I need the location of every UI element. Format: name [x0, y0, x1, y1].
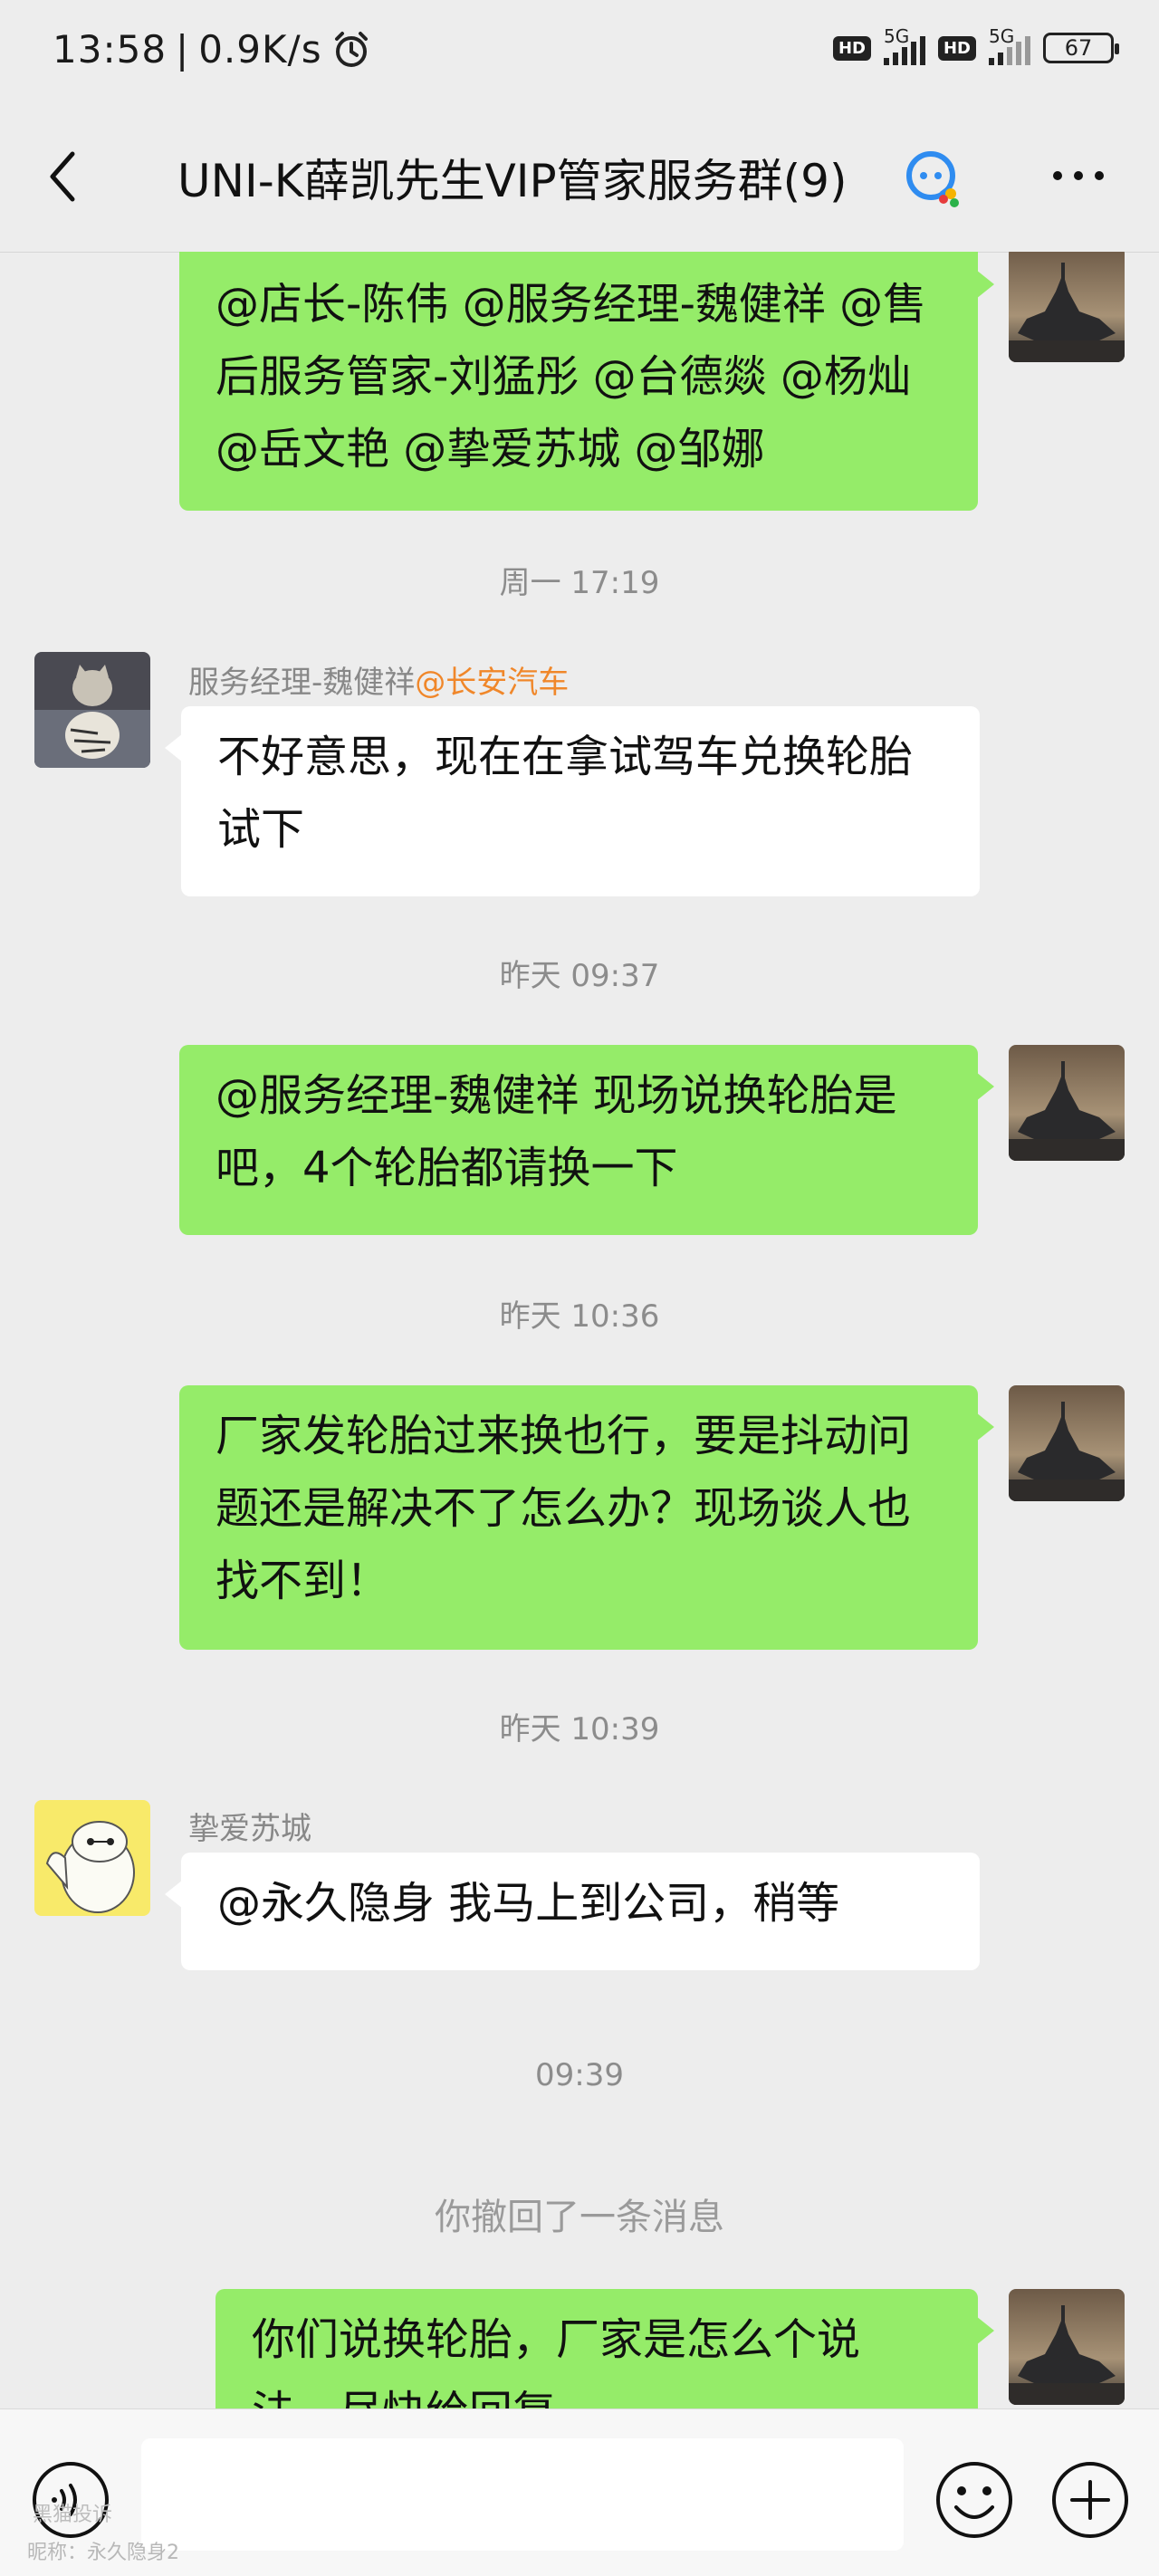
chat-title: UNI-K薛凯先生VIP管家服务群(9): [177, 155, 848, 207]
baymax-avatar-image: [34, 1800, 150, 1916]
enterprise-group-icon[interactable]: [902, 147, 965, 210]
timestamp: 昨天 10:39: [499, 1711, 660, 1748]
battery-level: 67: [1064, 35, 1093, 61]
battleship-avatar-image: [1009, 1385, 1125, 1501]
self-avatar[interactable]: [1009, 1385, 1125, 1501]
recall-notice: 你撤回了一条消息: [435, 2197, 724, 2238]
sender-name: 服务经理-魏健祥@长安汽车: [188, 665, 570, 701]
status-divider: |: [176, 27, 190, 72]
status-time: 13:58: [53, 27, 168, 72]
chat-header: UNI-K薛凯先生VIP管家服务群(9): [0, 101, 1159, 253]
self-avatar[interactable]: [1009, 1045, 1125, 1161]
message-text: 厂家发轮胎过来换也行，要是抖动问题还是解决不了怎么办？现场谈人也找不到！: [216, 1411, 912, 1606]
status-speed: 0.9K/s: [198, 27, 322, 72]
timestamp: 昨天 09:37: [499, 958, 660, 994]
message-bubble-self[interactable]: 你们说换轮胎，厂家是怎么个说法，尽快给回复: [216, 2289, 994, 2408]
input-bar: 黑猫投诉 昵称：永久隐身2: [0, 2408, 1159, 2576]
battleship-avatar-image: [1009, 1045, 1125, 1161]
timestamp: 昨天 10:36: [499, 1298, 660, 1335]
hd-badge-2: HD: [937, 35, 976, 61]
watermark-text: 昵称：永久隐身2: [27, 2542, 179, 2564]
message-bubble-self[interactable]: 厂家发轮胎过来换也行，要是抖动问题还是解决不了怎么办？现场谈人也找不到！: [179, 1385, 994, 1650]
watermark-logo: 黑猫投诉: [33, 2504, 113, 2526]
message-text: @服务经理-魏健祥 现场说换轮胎是吧，4个轮胎都请换一下: [216, 1070, 897, 1193]
message-text: @永久隐身 我马上到公司，稍等: [217, 1878, 840, 1929]
back-icon[interactable]: [38, 145, 92, 208]
sender-name: 挚爱苏城: [188, 1811, 311, 1847]
emoji-icon[interactable]: [933, 2458, 1016, 2542]
self-avatar[interactable]: [1009, 2289, 1125, 2405]
message-bubble-other[interactable]: 不好意思，现在在拿试驾车兑换轮胎试下: [165, 706, 980, 896]
status-right: HD 5G HD 5G 67: [832, 25, 1119, 65]
hd-badge-1: HD: [832, 35, 871, 61]
sender-company-tag: @长安汽车: [415, 665, 570, 701]
message-bubble-other[interactable]: @永久隐身 我马上到公司，稍等: [165, 1853, 980, 1970]
message-text: 不好意思，现在在拿试驾车兑换轮胎试下: [217, 732, 914, 855]
timestamp: 周一 17:19: [499, 565, 660, 601]
status-left: 13:58 | 0.9K/s: [53, 27, 371, 72]
timestamp: 09:39: [535, 2057, 624, 2093]
battleship-avatar-image: [1009, 2289, 1125, 2405]
more-icon[interactable]: [1047, 158, 1110, 194]
status-bar: 13:58 | 0.9K/s HD 5G HD 5G 67: [0, 0, 1159, 101]
message-bubble-self[interactable]: @店长-陈伟 @服务经理-魏健祥 @售后服务管家-刘猛彤 @台德燚 @杨灿 @岳…: [179, 252, 994, 511]
plus-icon[interactable]: [1049, 2458, 1132, 2542]
alarm-icon: [334, 31, 368, 67]
battleship-avatar-image: [1009, 252, 1125, 362]
signal-icon-1: 5G: [883, 25, 925, 65]
message-bubble-self[interactable]: @服务经理-魏健祥 现场说换轮胎是吧，4个轮胎都请换一下: [179, 1045, 994, 1235]
signal-icon-2: 5G: [989, 25, 1030, 65]
message-text: 你们说换轮胎，厂家是怎么个说法，尽快给回复: [252, 2314, 861, 2408]
self-avatar[interactable]: [1009, 252, 1125, 362]
message-list[interactable]: @店长-陈伟 @服务经理-魏健祥 @售后服务管家-刘猛彤 @台德燚 @杨灿 @岳…: [0, 252, 1159, 2408]
battery-icon: 67: [1043, 33, 1119, 63]
cat-tiger-avatar-image: [34, 652, 150, 768]
other-avatar[interactable]: [34, 652, 150, 768]
other-avatar[interactable]: [34, 1800, 150, 1916]
message-input[interactable]: [141, 2438, 904, 2551]
message-text: @店长-陈伟 @服务经理-魏健祥 @售后服务管家-刘猛彤 @台德燚 @杨灿 @岳…: [216, 279, 927, 474]
